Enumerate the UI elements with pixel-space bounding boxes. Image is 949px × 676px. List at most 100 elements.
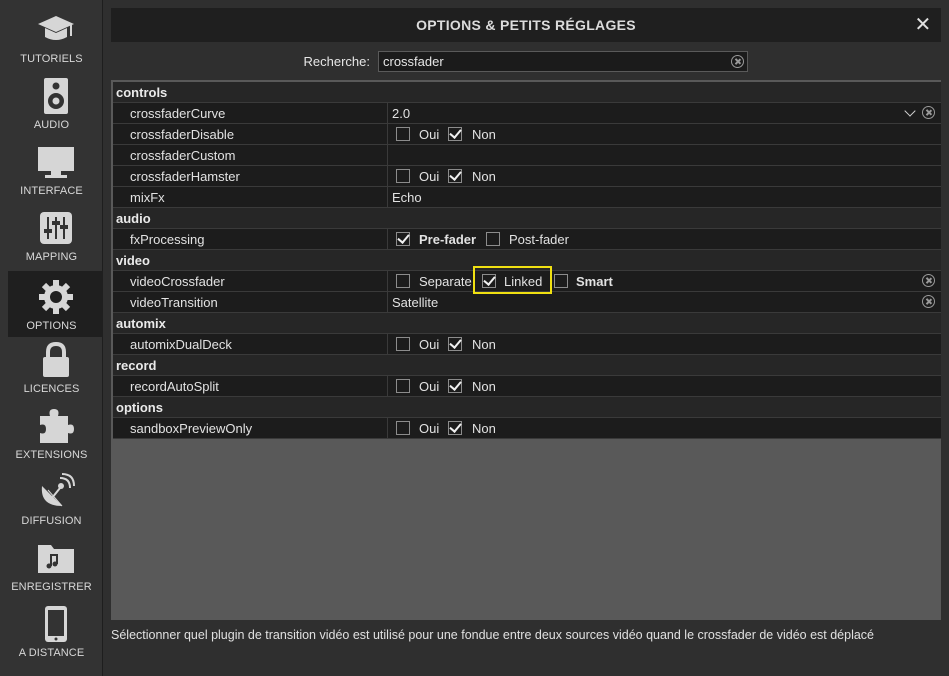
lock-icon: [8, 338, 103, 382]
non-label[interactable]: Non: [472, 127, 496, 142]
nav-audio[interactable]: AUDIO: [8, 70, 103, 136]
separate-label[interactable]: Separate: [419, 274, 472, 289]
non-label[interactable]: Non: [472, 379, 496, 394]
nav-label: OPTIONS: [26, 320, 77, 332]
search-label: Recherche:: [303, 54, 370, 69]
post-fader-checkbox[interactable]: [486, 232, 500, 246]
option-value-cell: Oui Non: [387, 166, 941, 186]
option-value-cell: Oui Non: [387, 376, 941, 396]
option-row-sandboxPreviewOnly: sandboxPreviewOnly Oui Non: [113, 418, 941, 439]
graduation-cap-icon: [8, 8, 103, 52]
reset-icon[interactable]: [922, 274, 935, 287]
nav-licences[interactable]: LICENCES: [8, 334, 103, 400]
linked-label[interactable]: Linked: [504, 274, 542, 289]
option-name: crossfaderHamster: [130, 169, 240, 184]
non-label[interactable]: Non: [472, 169, 496, 184]
category-video: video: [113, 250, 941, 271]
reset-icon[interactable]: [922, 295, 935, 308]
smart-checkbox[interactable]: [554, 274, 568, 288]
options-table: controls crossfaderCurve 2.0 crossfaderD…: [113, 82, 941, 439]
non-checkbox[interactable]: [448, 421, 462, 435]
option-value-cell: Oui Non: [387, 124, 941, 144]
non-checkbox[interactable]: [448, 169, 462, 183]
oui-checkbox[interactable]: [396, 127, 410, 141]
clear-search-icon[interactable]: [731, 55, 744, 68]
smart-label[interactable]: Smart: [576, 274, 613, 289]
nav-diffusion[interactable]: DIFFUSION: [8, 466, 103, 532]
option-value-cell: Pre-fader Post-fader: [387, 229, 941, 249]
category-automix: automix: [113, 313, 941, 334]
category-record: record: [113, 355, 941, 376]
dialog-titlebar: OPTIONS & PETITS RÉGLAGES ✕: [111, 8, 941, 42]
nav-label: TUTORIELS: [20, 53, 83, 65]
nav-options[interactable]: OPTIONS: [8, 271, 103, 337]
non-label[interactable]: Non: [472, 337, 496, 352]
video-transition-field[interactable]: Satellite: [387, 292, 941, 312]
nav-tutoriels[interactable]: TUTORIELS: [8, 4, 103, 70]
option-value-cell: Separate Linked Smart: [387, 271, 941, 291]
crossfader-curve-dropdown[interactable]: 2.0: [387, 103, 941, 123]
nav-enregistrer[interactable]: ENREGISTRER: [8, 532, 103, 598]
nav-label: LICENCES: [23, 383, 80, 395]
option-row-mixFx[interactable]: mixFx Echo: [113, 187, 941, 208]
oui-label[interactable]: Oui: [419, 379, 439, 394]
linked-checkbox[interactable]: [482, 274, 496, 288]
category-label: options: [116, 400, 163, 415]
non-checkbox[interactable]: [448, 379, 462, 393]
oui-checkbox[interactable]: [396, 169, 410, 183]
option-row-crossfaderCurve[interactable]: crossfaderCurve 2.0: [113, 103, 941, 124]
oui-label[interactable]: Oui: [419, 169, 439, 184]
option-row-crossfaderDisable: crossfaderDisable Oui Non: [113, 124, 941, 145]
option-value: 2.0: [392, 106, 411, 121]
mixfx-field[interactable]: Echo: [387, 187, 941, 207]
post-fader-label[interactable]: Post-fader: [509, 232, 569, 247]
search-input[interactable]: [383, 53, 713, 70]
option-name: sandboxPreviewOnly: [130, 421, 253, 436]
nav-extensions[interactable]: EXTENSIONS: [8, 400, 103, 466]
chevron-down-icon[interactable]: [904, 105, 916, 117]
nav-label: DIFFUSION: [21, 515, 82, 527]
option-name: videoTransition: [130, 295, 218, 310]
oui-label[interactable]: Oui: [419, 421, 439, 436]
oui-checkbox[interactable]: [396, 337, 410, 351]
category-controls: controls: [113, 82, 941, 103]
nav-label: A DISTANCE: [18, 647, 85, 659]
option-name: crossfaderDisable: [130, 127, 235, 142]
oui-label[interactable]: Oui: [419, 337, 439, 352]
category-label: audio: [116, 211, 151, 226]
dialog-title: OPTIONS & PETITS RÉGLAGES: [416, 17, 636, 33]
nav-interface[interactable]: INTERFACE: [8, 136, 103, 202]
gear-icon: [8, 275, 103, 319]
oui-checkbox[interactable]: [396, 379, 410, 393]
non-checkbox[interactable]: [448, 127, 462, 141]
pre-fader-label[interactable]: Pre-fader: [419, 232, 476, 247]
option-row-automixDualDeck: automixDualDeck Oui Non: [113, 334, 941, 355]
category-label: controls: [116, 85, 168, 100]
nav-mapping[interactable]: MAPPING: [8, 202, 103, 268]
non-checkbox[interactable]: [448, 337, 462, 351]
nav-a-distance[interactable]: A DISTANCE: [8, 598, 103, 664]
oui-checkbox[interactable]: [396, 421, 410, 435]
puzzle-icon: [8, 404, 103, 448]
option-row-fxProcessing: fxProcessing Pre-fader Post-fader: [113, 229, 941, 250]
option-row-crossfaderCustom[interactable]: crossfaderCustom: [113, 145, 941, 166]
option-name: automixDualDeck: [130, 337, 232, 352]
pre-fader-checkbox[interactable]: [396, 232, 410, 246]
nav-label: MAPPING: [25, 251, 78, 263]
option-name: recordAutoSplit: [130, 379, 219, 394]
sidebar: TUTORIELS AUDIO INTERFACE MAPPING OPTION…: [0, 0, 103, 676]
non-label[interactable]: Non: [472, 421, 496, 436]
option-name: crossfaderCustom: [130, 148, 236, 163]
option-row-recordAutoSplit: recordAutoSplit Oui Non: [113, 376, 941, 397]
option-row-videoCrossfader: videoCrossfader Separate Linked Smart: [113, 271, 941, 292]
nav-label: AUDIO: [33, 119, 70, 131]
separate-checkbox[interactable]: [396, 274, 410, 288]
close-icon[interactable]: ✕: [913, 8, 933, 42]
nav-label: INTERFACE: [20, 185, 83, 197]
crossfader-custom-field[interactable]: [387, 145, 941, 165]
oui-label[interactable]: Oui: [419, 127, 439, 142]
nav-label: EXTENSIONS: [15, 449, 88, 461]
option-value: Satellite: [392, 295, 439, 310]
option-row-videoTransition[interactable]: videoTransition Satellite: [113, 292, 941, 313]
reset-icon[interactable]: [922, 106, 935, 119]
